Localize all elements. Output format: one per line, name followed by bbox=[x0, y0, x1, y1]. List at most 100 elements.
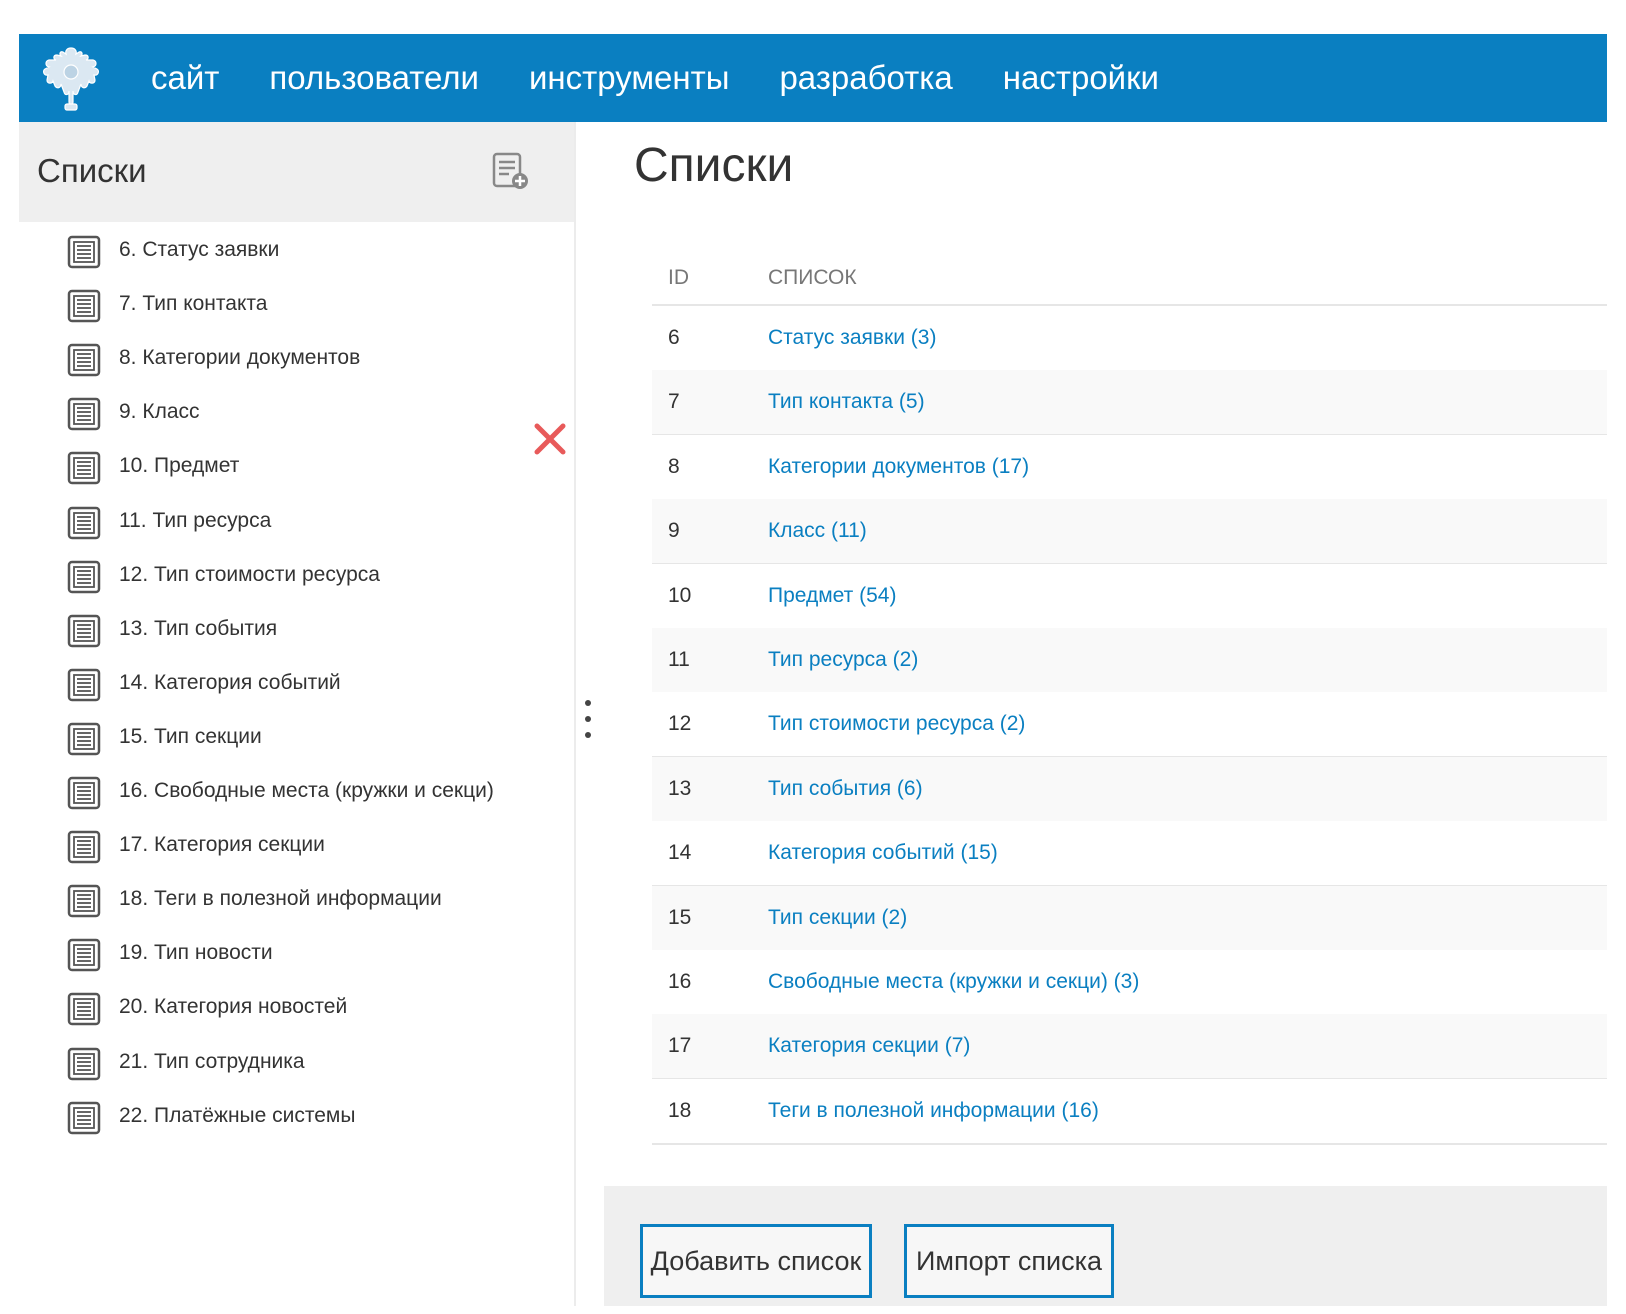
sidebar-item[interactable]: 19. Тип новости bbox=[19, 927, 575, 983]
sidebar-item-label: 10. Предмет bbox=[119, 454, 240, 478]
table-cell-list-link[interactable]: Тип секции (2) bbox=[768, 906, 907, 930]
sidebar-item-label: 20. Категория новостей bbox=[119, 995, 348, 1019]
action-bar: Добавить список Импорт списка bbox=[604, 1186, 1607, 1306]
sidebar-item[interactable]: 18. Теги в полезной информации bbox=[19, 873, 575, 929]
nav-item-settings[interactable]: настройки bbox=[1003, 59, 1159, 97]
table-cell-list-link[interactable]: Категории документов (17) bbox=[768, 455, 1029, 479]
sidebar-item-label: 12. Тип стоимости ресурса bbox=[119, 562, 380, 586]
table-row: 8 Категории документов (17) bbox=[652, 434, 1607, 501]
list-document-icon bbox=[66, 721, 102, 757]
table-cell-id: 8 bbox=[668, 454, 680, 478]
sidebar-item[interactable]: 21. Тип сотрудника bbox=[19, 1036, 575, 1092]
table-cell-list-link[interactable]: Тип события (6) bbox=[768, 777, 923, 801]
table-cell-list-link[interactable]: Категория событий (15) bbox=[768, 841, 998, 865]
table-cell-list-link[interactable]: Тип контакта (5) bbox=[768, 390, 925, 414]
table-row: 13 Тип события (6) bbox=[652, 756, 1607, 823]
sidebar-item[interactable]: 6. Статус заявки bbox=[19, 224, 575, 280]
panel-resize-handle[interactable] bbox=[583, 700, 593, 752]
column-header-id: ID bbox=[668, 266, 689, 289]
table-cell-list-link[interactable]: Свободные места (кружки и секци) (3) bbox=[768, 970, 1139, 994]
table-row: 9 Класс (11) bbox=[652, 499, 1607, 566]
table-cell-list-link[interactable]: Класс (11) bbox=[768, 519, 867, 543]
sidebar-item[interactable]: 13. Тип события bbox=[19, 603, 575, 659]
table-cell-id: 16 bbox=[668, 970, 692, 993]
sidebar-item-label: 13. Тип события bbox=[119, 616, 278, 640]
list-document-icon bbox=[66, 937, 102, 973]
sidebar-title: Списки bbox=[37, 152, 147, 189]
table-cell-id: 17 bbox=[668, 1034, 692, 1058]
table-cell-list-link[interactable]: Категория секции (7) bbox=[768, 1034, 970, 1058]
list-document-icon bbox=[66, 234, 102, 270]
sidebar-item-label: 6. Статус заявки bbox=[119, 238, 280, 261]
sidebar-item[interactable]: 11. Тип ресурса bbox=[19, 495, 575, 551]
list-document-icon bbox=[66, 1100, 102, 1136]
sidebar-item-label: 8. Категории документов bbox=[119, 346, 361, 370]
sidebar-item-label: 11. Тип ресурса bbox=[119, 508, 272, 532]
list-document-icon bbox=[66, 450, 102, 486]
table-header: ID СПИСОК bbox=[652, 244, 1607, 306]
column-header-list: СПИСОК bbox=[768, 266, 857, 289]
sidebar-item-label: 7. Тип контакта bbox=[119, 292, 268, 316]
list-document-icon bbox=[66, 288, 102, 324]
table-row: 14 Категория событий (15) bbox=[652, 821, 1607, 888]
add-list-button[interactable]: Добавить список bbox=[640, 1224, 872, 1298]
table-cell-id: 9 bbox=[668, 519, 680, 543]
list-document-icon bbox=[66, 396, 102, 432]
nav-item-site[interactable]: сайт bbox=[151, 59, 219, 97]
list-document-icon bbox=[66, 505, 102, 541]
sidebar-item[interactable]: 17. Категория секции bbox=[19, 819, 575, 875]
sidebar-item-label: 9. Класс bbox=[119, 400, 200, 424]
sidebar-header: Списки bbox=[19, 122, 575, 222]
table-cell-list-link[interactable]: Тип ресурса (2) bbox=[768, 648, 918, 672]
sidebar-item[interactable]: 16. Свободные места (кружки и секци) bbox=[19, 765, 575, 821]
table-row: 11 Тип ресурса (2) bbox=[652, 628, 1607, 694]
page-title: Списки bbox=[634, 139, 794, 192]
sidebar-item[interactable]: 20. Категория новостей bbox=[19, 981, 575, 1037]
list-document-icon bbox=[66, 1046, 102, 1082]
table-row: 10 Предмет (54) bbox=[652, 563, 1607, 630]
list-document-icon bbox=[66, 991, 102, 1027]
sidebar-item[interactable]: 7. Тип контакта bbox=[19, 278, 575, 334]
sidebar-item[interactable]: 8. Категории документов bbox=[19, 332, 575, 388]
sidebar-item[interactable]: 12. Тип стоимости ресурса bbox=[19, 549, 575, 605]
table-cell-list-link[interactable]: Статус заявки (3) bbox=[768, 326, 936, 350]
sidebar-item[interactable]: 9. Класс bbox=[19, 386, 575, 442]
table-row: 16 Свободные места (кружки и секци) (3) bbox=[652, 950, 1607, 1016]
nav-item-users[interactable]: пользователи bbox=[269, 59, 479, 97]
sidebar-item[interactable]: 14. Категория событий bbox=[19, 657, 575, 713]
nav-item-dev[interactable]: разработка bbox=[779, 59, 952, 97]
list-document-icon bbox=[66, 667, 102, 703]
sidebar: Списки 6. Статус заявки 7. Тип контакта 8.… bbox=[19, 122, 575, 1306]
table-cell-id: 14 bbox=[668, 841, 692, 865]
table-cell-list-link[interactable]: Теги в полезной информации (16) bbox=[768, 1099, 1099, 1123]
nav-item-tools[interactable]: инструменты bbox=[529, 59, 729, 97]
sidebar-item[interactable]: 10. Предмет bbox=[19, 440, 575, 496]
table-cell-list-link[interactable]: Тип стоимости ресурса (2) bbox=[768, 712, 1025, 736]
table-row: 15 Тип секции (2) bbox=[652, 885, 1607, 952]
table-cell-id: 6 bbox=[668, 326, 680, 349]
sidebar-item[interactable]: 22. Платёжные системы bbox=[19, 1090, 575, 1146]
table-cell-list-link[interactable]: Предмет (54) bbox=[768, 584, 896, 608]
table-cell-id: 12 bbox=[668, 712, 692, 736]
panel-divider bbox=[574, 122, 576, 1306]
sidebar-item-label: 22. Платёжные системы bbox=[119, 1103, 356, 1127]
list-document-icon bbox=[66, 613, 102, 649]
list-document-icon bbox=[66, 775, 102, 811]
table-cell-id: 11 bbox=[668, 648, 690, 671]
main-content: Списки ID СПИСОК 6 Статус заявки (3) 7 Тип … bbox=[604, 122, 1607, 1306]
list-document-icon bbox=[66, 829, 102, 865]
table-row: 18 Теги в полезной информации (16) bbox=[652, 1078, 1607, 1145]
sidebar-item[interactable]: 15. Тип секции bbox=[19, 711, 575, 767]
sidebar-item-label: 15. Тип секции bbox=[119, 724, 262, 748]
top-navigation-bar: сайт пользователи инструменты разработка… bbox=[19, 34, 1607, 122]
table-row: 7 Тип контакта (5) bbox=[652, 370, 1607, 437]
sidebar-item-label: 19. Тип новости bbox=[119, 941, 273, 965]
eagle-emblem-icon[interactable] bbox=[39, 42, 103, 114]
delete-icon[interactable] bbox=[533, 422, 567, 456]
table-cell-id: 10 bbox=[668, 583, 692, 607]
list-document-icon bbox=[66, 342, 102, 378]
table-row: 6 Статус заявки (3) bbox=[652, 306, 1607, 372]
sidebar-item-label: 17. Категория секции bbox=[119, 833, 325, 857]
add-list-icon[interactable] bbox=[491, 152, 531, 192]
import-list-button[interactable]: Импорт списка bbox=[904, 1224, 1114, 1298]
